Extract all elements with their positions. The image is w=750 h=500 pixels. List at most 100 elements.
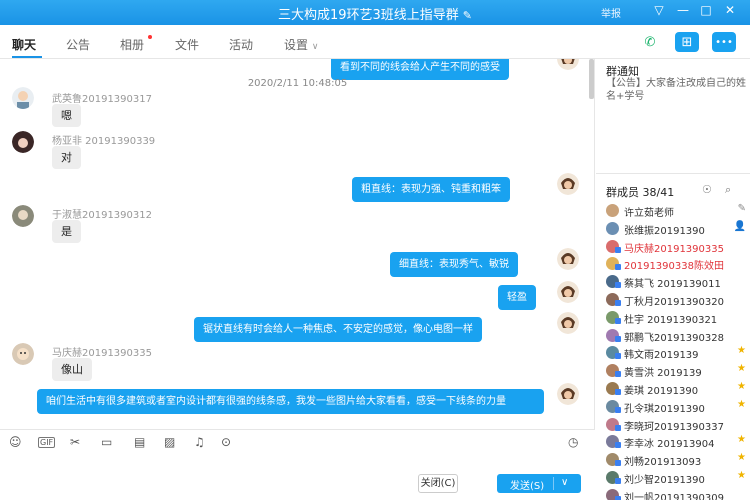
message-bubble: 轻盈 <box>498 285 536 310</box>
search-icon[interactable]: ⌕ <box>725 183 731 197</box>
member-item[interactable]: 马庆赫20191390335 <box>606 238 746 254</box>
sender-avatar[interactable] <box>12 343 34 365</box>
member-item[interactable]: 刘畅201913093 ★ <box>606 451 746 467</box>
message-bubble-partial: 看到不同的线会给人产生不同的感受 <box>331 59 509 80</box>
history-icon[interactable]: ◷ <box>568 435 578 449</box>
album-new-dot <box>148 35 152 39</box>
minimize-button[interactable]: — <box>674 3 692 17</box>
member-item[interactable]: 李晓珂20191390337 <box>606 416 746 432</box>
member-name: 刘畅201913093 <box>624 457 702 468</box>
document-icon[interactable]: ▤ <box>134 435 145 449</box>
member-name: 李幸冰 201913904 <box>624 439 715 450</box>
image-icon[interactable]: ▨ <box>164 435 175 449</box>
member-item[interactable]: 李幸冰 201913904 ★ <box>606 433 746 449</box>
mobile-status-icon <box>615 460 621 467</box>
member-name: 张维振20191390 <box>624 225 705 236</box>
star-icon: ★ <box>737 363 746 375</box>
tab-activity[interactable]: 活动 <box>229 36 253 53</box>
close-button[interactable]: 关闭(C) <box>418 474 458 493</box>
member-name: 郭鹏飞20191390328 <box>624 332 724 343</box>
member-item[interactable]: 黄雪洪 2019139 ★ <box>606 362 746 378</box>
edit-title-icon[interactable]: ✎ <box>463 9 472 22</box>
skin-icon[interactable]: ▽ <box>650 3 668 17</box>
member-item[interactable]: 姜琪 20191390 ★ <box>606 380 746 396</box>
phone-call-icon[interactable]: ✆ <box>638 32 662 52</box>
emoji-icon[interactable]: ☺ <box>9 435 22 449</box>
message-bubble: 是 <box>52 220 81 243</box>
mobile-status-icon <box>615 335 621 342</box>
message-bubble: 锯状直线有时会给人一种焦虑、不安定的感觉，像心电图一样 <box>194 317 482 342</box>
mobile-status-icon <box>615 317 621 324</box>
report-link[interactable]: 举报 <box>601 5 621 20</box>
chevron-down-icon[interactable]: ∨ <box>561 477 568 488</box>
member-name: 韩文雨2019139 <box>624 350 699 361</box>
tab-settings[interactable]: 设置 ∨ <box>284 36 318 53</box>
tab-album[interactable]: 相册 <box>120 36 144 53</box>
maximize-button[interactable]: □ <box>697 3 715 17</box>
mobile-status-icon <box>615 246 621 253</box>
mobile-status-icon <box>615 264 621 271</box>
mobile-status-icon <box>615 282 621 289</box>
mobile-status-icon <box>615 389 621 395</box>
member-name: 刘一帆20191390309 <box>624 492 724 500</box>
member-item[interactable]: 郭鹏飞20191390328 <box>606 327 746 343</box>
more-icon[interactable]: ••• <box>712 32 736 52</box>
member-item[interactable]: 孔令琪20191390 ★ <box>606 398 746 414</box>
message-bubble: 对 <box>52 146 81 169</box>
gif-icon[interactable]: GIF <box>38 437 56 448</box>
teacher-avatar <box>557 59 579 70</box>
sender-avatar[interactable] <box>12 87 34 109</box>
message-bubble: 像山 <box>52 358 92 381</box>
tab-announcement[interactable]: 公告 <box>66 36 90 53</box>
message-bubble: 粗直线：表现力强、钝重和粗笨 <box>352 177 510 202</box>
send-button[interactable]: 发送(S) ∨ <box>497 474 581 493</box>
member-item[interactable]: 许立茹老师 ✎ <box>606 202 746 218</box>
member-name: 刘少智20191390 <box>624 475 705 485</box>
more-tools-icon[interactable]: ⊙ <box>221 435 231 449</box>
members-title: 群成员 38/41 <box>606 186 675 199</box>
star-icon: ★ <box>737 398 746 410</box>
message-bubble: 嗯 <box>52 104 81 127</box>
sender-name: 杨亚非 20191390339 <box>52 136 156 147</box>
teacher-avatar <box>557 248 579 270</box>
sender-name: 马庆赫20191390335 <box>52 348 152 359</box>
member-item[interactable]: 张维振20191390 👤 <box>606 220 746 236</box>
star-icon: ★ <box>737 381 746 392</box>
member-name: 姜琪 20191390 <box>624 386 699 396</box>
sender-avatar[interactable] <box>12 131 34 153</box>
member-item[interactable]: 刘少智20191390 ★ <box>606 469 746 485</box>
member-item[interactable]: 杜宇 20191390321 <box>606 309 746 325</box>
scissors-icon[interactable]: ✂ <box>70 435 80 449</box>
tab-chat[interactable]: 聊天 <box>12 36 36 53</box>
tab-files[interactable]: 文件 <box>175 36 199 53</box>
folder-icon[interactable]: ▭ <box>101 435 112 449</box>
sender-avatar[interactable] <box>12 205 34 227</box>
mobile-status-icon <box>615 424 621 431</box>
member-name: 马庆赫20191390335 <box>624 243 724 254</box>
group-name: 三大构成19环艺3班线上指导群 <box>277 8 459 23</box>
star-icon: ★ <box>737 470 746 481</box>
member-item[interactable]: 20191390338陈效田 <box>606 255 746 271</box>
mobile-status-icon <box>615 353 621 360</box>
member-item[interactable]: 丁秋月20191390320 <box>606 291 746 307</box>
notice-text[interactable]: 【公告】大家备注改成自己的姓名+学号 <box>606 77 746 103</box>
member-item[interactable]: 刘一帆20191390309 <box>606 487 746 500</box>
member-item[interactable]: 韩文雨2019139 ★ <box>606 344 746 360</box>
member-name: 20191390338陈效田 <box>624 261 724 272</box>
member-item[interactable]: 蔡其飞 2019139011 <box>606 273 746 289</box>
send-divider <box>553 477 554 490</box>
member-name: 黄雪洪 2019139 <box>624 368 702 379</box>
edit-icon: ✎ <box>737 203 746 214</box>
invite-icon[interactable]: ☉ <box>702 183 712 196</box>
teacher-avatar <box>557 173 579 195</box>
screen-share-icon[interactable]: ⊞ <box>675 32 699 52</box>
chat-scrollbar[interactable] <box>589 59 594 99</box>
close-window-button[interactable]: ✕ <box>721 3 739 17</box>
teacher-avatar <box>557 312 579 334</box>
sender-name: 武英鲁20191390317 <box>52 94 152 105</box>
bell-icon[interactable]: ♫ <box>194 435 205 449</box>
chat-message-list[interactable]: 看到不同的线会给人产生不同的感受 2020/2/11 10:48:05 武英鲁2… <box>0 59 595 429</box>
sender-name: 于淑慧20191390312 <box>52 210 152 221</box>
star-icon: ★ <box>737 434 746 446</box>
admin-icon: 👤 <box>733 220 746 232</box>
